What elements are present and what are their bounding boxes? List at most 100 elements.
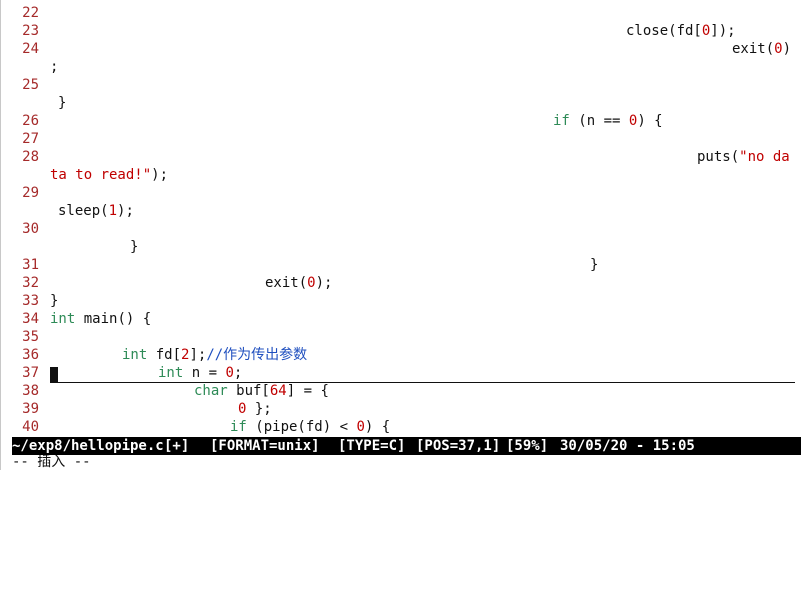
code-text: } xyxy=(130,238,138,256)
line-number: 33 xyxy=(22,293,39,309)
code-token: puts( xyxy=(697,149,740,165)
line-number: 39 xyxy=(22,401,39,417)
code-token: } xyxy=(590,257,599,273)
status-position: [POS=37,1] xyxy=(416,438,501,454)
code-token: ); xyxy=(151,167,169,183)
code-text: exit(0) xyxy=(732,40,791,58)
line-number: 34 xyxy=(22,311,39,327)
line-number: 27 xyxy=(22,131,39,147)
code-token: exit( xyxy=(732,41,775,57)
code-token: main() { xyxy=(75,311,152,327)
code-line[interactable]: 22 xyxy=(12,4,801,22)
code-token: ); xyxy=(117,203,134,219)
code-token: (pipe(fd) < xyxy=(246,419,357,435)
code-line[interactable]: sleep(1); xyxy=(12,202,801,220)
code-line[interactable]: ta to read!"); xyxy=(12,166,801,184)
line-number: 26 xyxy=(22,113,39,129)
code-line[interactable]: 32 exit(0); xyxy=(12,274,801,292)
status-datetime: 30/05/20 - 15:05 xyxy=(560,438,695,454)
code-token: fd[ xyxy=(147,347,182,363)
line-number: 29 xyxy=(22,185,39,201)
code-line[interactable]: 24 exit(0) xyxy=(12,40,801,58)
code-token: ) { xyxy=(364,419,391,435)
code-token: ]; xyxy=(189,347,207,363)
code-text: int n = 0; xyxy=(158,364,242,382)
code-text: if (pipe(fd) < 0) { xyxy=(230,418,390,436)
code-text: } xyxy=(58,94,66,112)
code-text: char buf[64] = { xyxy=(194,382,329,400)
line-number: 25 xyxy=(22,77,39,93)
status-type: [TYPE=C] xyxy=(338,438,406,454)
code-token: "no da xyxy=(739,149,790,165)
code-token: ); xyxy=(315,275,333,291)
code-line[interactable]: 37 int n = 0; xyxy=(12,364,801,382)
code-line[interactable]: 36 int fd[2];//作为传出参数 xyxy=(12,346,801,364)
code-token: ; xyxy=(233,365,243,381)
code-line[interactable]: 39 0 }; xyxy=(12,400,801,418)
code-line[interactable]: 23 close(fd[0]); xyxy=(12,22,801,40)
code-text: puts("no da xyxy=(697,148,790,166)
code-line[interactable]: 38 char buf[64] = { xyxy=(12,382,801,400)
code-text: ; xyxy=(50,58,58,76)
code-token: 0 xyxy=(774,41,783,57)
status-modified-flag: [+] xyxy=(164,438,190,454)
code-text: if (n == 0) { xyxy=(553,112,663,130)
code-line[interactable]: 29 xyxy=(12,184,801,202)
code-line[interactable]: 31} xyxy=(12,256,801,274)
code-token: int xyxy=(158,365,184,381)
code-token: ) xyxy=(782,41,792,57)
code-text: ta to read!"); xyxy=(50,166,168,184)
status-file-path: ~/exp8/hellopipe.c xyxy=(12,438,164,454)
code-token: sleep( xyxy=(58,203,109,219)
code-token: n = xyxy=(183,365,226,381)
code-text: } xyxy=(50,292,58,310)
code-line[interactable]: 25 xyxy=(12,76,801,94)
code-token: 0 xyxy=(307,275,316,291)
code-token: 0 xyxy=(225,365,234,381)
code-token: } xyxy=(58,95,67,111)
code-token: int xyxy=(122,347,148,363)
vim-status-line: ~/exp8/hellopipe.c [+] [FORMAT=unix] [TY… xyxy=(12,437,801,455)
code-line[interactable]: } xyxy=(12,94,801,112)
code-token: } xyxy=(50,293,59,309)
code-line[interactable]: 26 if (n == 0) { xyxy=(12,112,801,130)
line-number: 22 xyxy=(22,5,39,21)
code-token: 1 xyxy=(108,203,118,219)
status-format: [FORMAT=unix] xyxy=(210,438,320,454)
code-text: int main() { xyxy=(50,310,151,328)
code-line[interactable]: 35 xyxy=(12,328,801,346)
code-token: 0 xyxy=(356,419,365,435)
code-token: buf[ xyxy=(227,383,270,399)
code-text: close(fd[0]); xyxy=(626,22,736,40)
code-token: //作为传出参数 xyxy=(206,347,308,363)
code-line[interactable]: 34 int main() { xyxy=(12,310,801,328)
code-token: int xyxy=(50,311,76,327)
code-token: close(fd[ xyxy=(626,23,702,39)
line-number: 36 xyxy=(22,347,39,363)
line-number: 37 xyxy=(22,365,39,381)
line-number: 31 xyxy=(22,257,39,273)
code-line[interactable]: 28 puts("no da xyxy=(12,148,801,166)
code-token: }; xyxy=(246,401,272,417)
code-line[interactable]: 30 xyxy=(12,220,801,238)
code-token: exit( xyxy=(265,275,308,291)
cursor-line-underline xyxy=(58,382,795,383)
code-token: 64 xyxy=(269,383,287,399)
code-line[interactable]: 27 xyxy=(12,130,801,148)
line-number: 35 xyxy=(22,329,39,345)
code-token: char xyxy=(194,383,228,399)
code-line[interactable]: } xyxy=(12,238,801,256)
code-token: ; xyxy=(50,59,59,75)
vim-editor-buffer[interactable]: 22 23 close(fd[0]); 24 exit(0); 25} 26 if (n ==… xyxy=(12,0,801,437)
line-number: 23 xyxy=(22,23,39,39)
code-text: 0 }; xyxy=(238,400,272,418)
code-token: ta to read!" xyxy=(50,167,152,183)
line-number: 24 xyxy=(22,41,39,57)
text-cursor xyxy=(50,367,58,383)
code-token: ]); xyxy=(710,23,736,39)
vim-mode-indicator: -- 插入 -- xyxy=(12,455,91,470)
code-line[interactable]: 33} xyxy=(12,292,801,310)
code-line[interactable]: 40 if (pipe(fd) < 0) { xyxy=(12,418,801,436)
terminal-window: 22 23 close(fd[0]); 24 exit(0); 25} 26 if (n ==… xyxy=(0,0,801,470)
code-line[interactable]: ; xyxy=(12,58,801,76)
